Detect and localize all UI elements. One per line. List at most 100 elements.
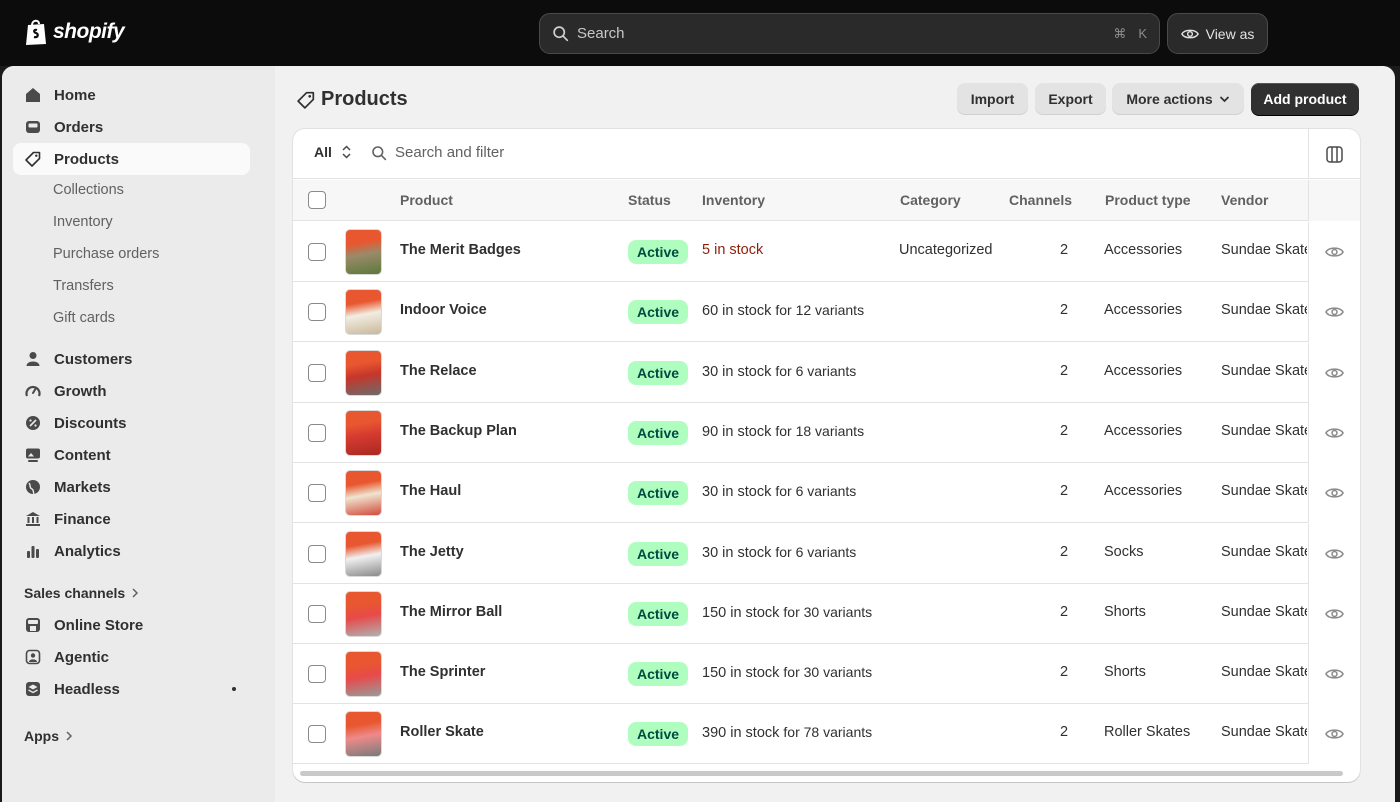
inventory-count: 5 in stock [702,242,764,258]
add-product-button[interactable]: Add product [1251,83,1359,115]
sidebar-item-content[interactable]: Content [13,439,250,471]
export-button[interactable]: Export [1035,83,1106,115]
table-row[interactable]: Roller Skate Active 390 in stock for 78 va… [293,704,1360,765]
table-row[interactable]: The Merit Badges Active 5 in stock Uncatego… [293,222,1360,282]
column-vendor[interactable]: Vendor [1221,192,1268,208]
preview-button[interactable] [1308,222,1360,282]
row-checkbox[interactable] [308,243,326,261]
product-name[interactable]: The Backup Plan [400,423,517,439]
shopify-bag-icon [26,19,46,45]
product-name[interactable]: The Relace [400,363,477,379]
sidebar-item-discounts[interactable]: Discounts [13,407,250,439]
column-product[interactable]: Product [400,192,453,208]
chevron-down-icon [1219,96,1229,103]
preview-button[interactable] [1308,523,1360,584]
row-checkbox[interactable] [308,665,326,684]
preview-button[interactable] [1308,282,1360,343]
row-checkbox[interactable] [308,544,326,563]
inventory-variants: for 18 variants [775,422,865,439]
import-button[interactable]: Import [957,83,1028,115]
row-checkbox[interactable] [308,725,326,744]
table-row[interactable]: The Backup Plan Active 90 in stock for 18 … [293,402,1360,463]
preview-button[interactable] [1308,342,1360,403]
sidebar-item-agentic[interactable]: Agentic [13,641,250,673]
search-filter-input[interactable]: Search and filter [371,144,504,161]
more-actions-button[interactable]: More actions [1112,83,1244,115]
sales-channels-header[interactable]: Sales channels [24,585,139,601]
preview-button[interactable] [1308,583,1360,644]
column-category[interactable]: Category [900,192,961,208]
sidebar-item-products[interactable]: Products [13,143,250,175]
select-all-checkbox[interactable] [308,191,326,209]
sidebar-sub-purchase-orders[interactable]: Purchase orders [53,241,159,267]
table-row[interactable]: The Sprinter Active 150 in stock for 30 va… [293,644,1360,705]
status-badge: Active [628,420,689,445]
inventory-cell: 5 in stock [702,242,763,258]
preview-button[interactable] [1308,704,1360,765]
column-product-type[interactable]: Product type [1105,192,1191,208]
sidebar-sub-gift-cards[interactable]: Gift cards [53,305,115,331]
row-checkbox[interactable] [308,604,326,623]
product-name[interactable]: Indoor Voice [400,302,487,318]
sidebar-item-orders[interactable]: Orders [13,111,250,143]
sales-channels-label: Sales channels [24,585,126,601]
table-row[interactable]: The Mirror Ball Active 150 in stock for 30… [293,583,1360,644]
product-name[interactable]: Roller Skate [400,724,484,740]
column-channels[interactable]: Channels [1009,192,1072,208]
eye-icon [1325,548,1344,559]
preview-button[interactable] [1308,402,1360,463]
sidebar-item-markets[interactable]: Markets [13,471,250,503]
apps-header[interactable]: Apps [24,728,73,744]
sidebar-item-online-store[interactable]: Online Store [13,609,250,641]
product-name[interactable]: The Sprinter [400,664,485,680]
product-type-cell: Accessories [1104,483,1183,500]
sidebar-sub-transfers[interactable]: Transfers [53,273,114,299]
row-checkbox[interactable] [308,484,326,503]
sidebar-item-home[interactable]: Home [13,79,250,111]
product-name[interactable]: The Merit Badges [400,242,521,258]
table-row[interactable]: Indoor Voice Active 60 in stock for 12 var… [293,282,1360,343]
inventory-variants: for 30 variants [783,603,873,620]
preview-button[interactable] [1308,463,1360,524]
sidebar-sub-collections[interactable]: Collections [53,177,124,203]
table-row[interactable]: The Haul Active 30 in stock for 6 variants… [293,463,1360,524]
sidebar-sub-inventory[interactable]: Inventory [53,209,113,235]
sidebar-item-analytics[interactable]: Analytics [13,535,250,567]
page-title-text: Products [321,88,408,110]
sidebar-item-customers[interactable]: Customers [13,343,250,375]
inventory-count: 30 in stock [702,544,772,561]
sidebar-item-label: Customers [54,350,133,368]
global-search[interactable]: Search ⌘ K [539,13,1160,54]
product-name[interactable]: The Haul [400,483,461,499]
horizontal-scrollbar[interactable] [300,771,1343,776]
sidebar-item-label: Discounts [54,414,127,432]
view-as-button[interactable]: View as [1167,13,1268,54]
inventory-cell: 30 in stock for 6 variants [702,363,856,380]
row-checkbox[interactable] [308,363,326,382]
table-row[interactable]: The Relace Active 30 in stock for 6 varian… [293,342,1360,403]
product-name[interactable]: The Jetty [400,544,464,560]
sidebar-item-finance[interactable]: Finance [13,503,250,535]
sidebar-item-growth[interactable]: Growth [13,375,250,407]
inventory-cell: 90 in stock for 18 variants [702,423,864,440]
status-badge: Active [628,360,689,385]
shopify-logo[interactable]: shopify [24,18,125,46]
row-checkbox[interactable] [308,423,326,442]
product-name[interactable]: The Mirror Ball [400,604,502,620]
row-checkbox[interactable] [308,303,326,322]
column-inventory[interactable]: Inventory [702,192,765,208]
preview-button[interactable] [1308,644,1360,705]
vendor-cell: Sundae Skate [1221,603,1307,620]
product-thumbnail [345,409,382,456]
product-type-cell: Accessories [1104,362,1183,379]
channels-cell: 2 [1060,603,1069,620]
sidebar-item-headless[interactable]: Headless [13,673,250,705]
channels-cell: 2 [1060,422,1069,439]
vendor-cell: Sundae Skate [1221,422,1307,439]
columns-button[interactable] [1308,129,1360,179]
view-selector-all[interactable]: All [314,144,351,160]
column-status[interactable]: Status [628,192,671,208]
table-row[interactable]: The Jetty Active 30 in stock for 6 variant… [293,523,1360,584]
product-thumbnail [345,711,382,758]
inventory-variants: for 12 variants [775,302,865,319]
